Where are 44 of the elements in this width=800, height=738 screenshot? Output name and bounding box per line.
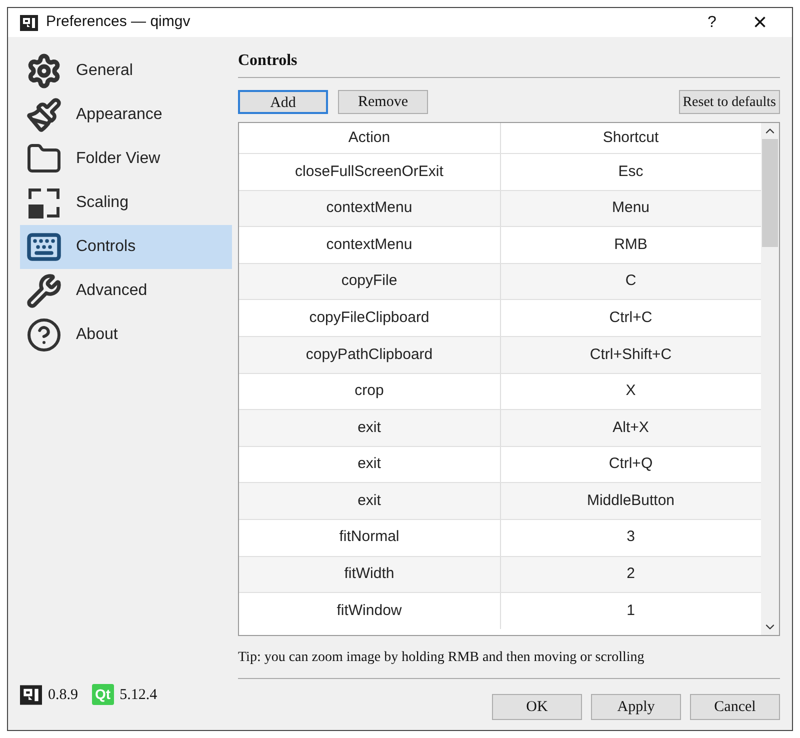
app-logo-icon xyxy=(20,684,42,705)
sidebar-item[interactable]: Controls xyxy=(20,225,232,269)
table-cell-text: Ctrl+Shift+C xyxy=(588,344,673,365)
sidebar-item[interactable]: Advanced xyxy=(20,269,232,313)
wrench-icon xyxy=(26,273,62,309)
toolbar-button[interactable]: Remove xyxy=(338,90,428,114)
gear-icon xyxy=(26,53,62,89)
table-cell-text: Menu xyxy=(610,198,651,218)
sidebar-item[interactable]: Scaling xyxy=(20,181,232,225)
dialog-button[interactable]: OK xyxy=(492,694,582,720)
help-icon xyxy=(26,317,62,353)
table-cell-text: Ctrl+C xyxy=(608,308,654,328)
table-cell-text: MiddleButton xyxy=(586,490,676,511)
table-cell-text: X xyxy=(624,381,637,402)
help-button[interactable]: ? xyxy=(692,10,732,34)
table-cell: fitWindow xyxy=(239,593,500,629)
table-cell-text: Ctrl+Q xyxy=(608,454,654,474)
column-header[interactable]: Shortcut xyxy=(500,123,761,153)
sidebar-item[interactable]: Folder View xyxy=(20,137,232,181)
window-title: Preferences — qimgv xyxy=(46,12,192,32)
sidebar-item[interactable]: Appearance xyxy=(20,93,232,137)
close-button[interactable]: × xyxy=(740,10,780,34)
table-cell-text: Alt+X xyxy=(612,418,650,438)
qt-logo: Qt xyxy=(92,684,114,706)
table-cell-text: 2 xyxy=(626,564,636,584)
sidebar-item[interactable]: General xyxy=(20,49,232,93)
table-cell-text: 3 xyxy=(626,527,636,548)
table-cell-text: C xyxy=(624,271,638,292)
scrollbar-thumb[interactable] xyxy=(762,139,778,247)
tip-text: Tip: you can zoom image by holding RMB and then moving or scrolling xyxy=(238,650,644,665)
section-title: Controls xyxy=(238,52,298,69)
app-version: 0.8.9 xyxy=(48,686,78,704)
table-cell-text: RMB xyxy=(613,234,648,255)
dialog-button[interactable]: Cancel xyxy=(690,694,780,720)
table-cell-text: Esc xyxy=(617,162,644,182)
paintbrush-icon xyxy=(26,97,62,133)
scrollbar[interactable] xyxy=(761,123,779,635)
app-logo-icon xyxy=(20,14,38,30)
table-cell-text: 1 xyxy=(626,600,636,621)
dialog-button[interactable]: Apply xyxy=(591,694,681,720)
qt-version: 5.12.4 xyxy=(120,686,158,704)
sidebar-item[interactable]: About xyxy=(20,313,232,357)
reset-button[interactable]: Reset to defaults xyxy=(678,90,780,114)
toolbar-button[interactable]: Add xyxy=(238,90,328,114)
